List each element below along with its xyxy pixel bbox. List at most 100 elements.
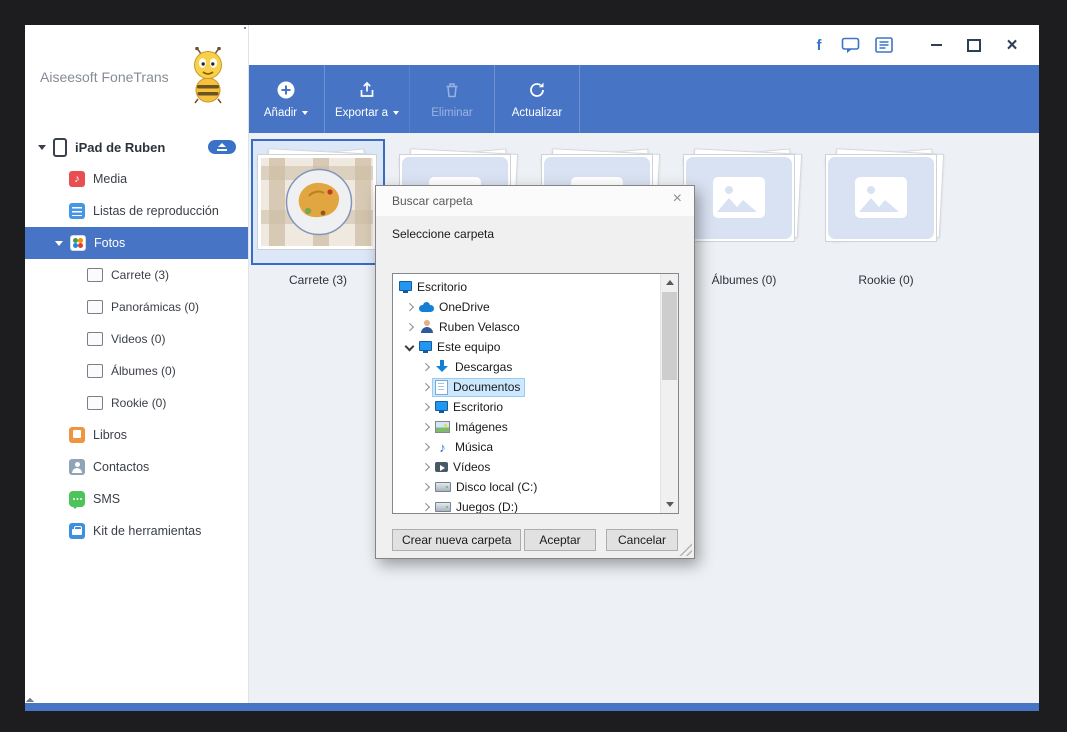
cancel-button[interactable]: Cancelar — [606, 529, 678, 551]
drive-icon — [435, 502, 451, 512]
sidebar-item-rookie[interactable]: Rookie (0) — [25, 387, 248, 419]
placeholder-thumbnail — [825, 154, 937, 242]
ipad-device-icon — [53, 137, 67, 157]
chevron-right-icon[interactable] — [419, 440, 433, 454]
tree-item-escritorio-root[interactable]: Escritorio — [393, 277, 661, 297]
sidebar-item-playlists[interactable]: Listas de reproducción — [25, 195, 248, 227]
maximize-icon — [967, 38, 981, 52]
sidebar-item-media[interactable]: ♪ Media — [25, 163, 248, 195]
chevron-right-icon[interactable] — [419, 500, 433, 513]
resize-grip[interactable] — [679, 543, 692, 556]
dialog-titlebar[interactable]: Buscar carpeta × — [376, 186, 694, 216]
tree-item-escritorio[interactable]: Escritorio — [393, 397, 661, 417]
onedrive-icon — [419, 301, 434, 313]
close-button[interactable]: × — [1001, 34, 1023, 56]
browse-folder-dialog: Buscar carpeta × Seleccione carpeta Escr… — [375, 185, 695, 559]
sidebar-item-panoramicas[interactable]: Panorámicas (0) — [25, 291, 248, 323]
close-icon: × — [1006, 34, 1018, 56]
tree-item-documentos[interactable]: Documentos — [393, 377, 661, 397]
album-icon — [87, 364, 103, 378]
accept-button[interactable]: Aceptar — [524, 529, 596, 551]
sidebar-device-row[interactable]: iPad de Ruben — [25, 131, 248, 163]
logo-row: Aiseesoft FoneTrans — [25, 25, 248, 131]
sidebar-item-videos[interactable]: Videos (0) — [25, 323, 248, 355]
tree-item-user[interactable]: Ruben Velasco — [393, 317, 661, 337]
scroll-down-arrow-icon[interactable] — [661, 496, 678, 513]
device-name: iPad de Ruben — [75, 139, 166, 155]
playlist-icon — [69, 203, 85, 219]
sidebar-item-carrete[interactable]: Carrete (3) — [25, 259, 248, 291]
sidebar-item-sms[interactable]: SMS — [25, 483, 248, 515]
album-icon — [87, 396, 103, 410]
chevron-down-icon — [302, 110, 309, 115]
sms-icon — [69, 491, 85, 509]
sidebar-item-albumes[interactable]: Álbumes (0) — [25, 355, 248, 387]
chevron-right-icon[interactable] — [419, 480, 433, 494]
album-name: Álbumes (0) — [711, 273, 777, 287]
export-button[interactable]: Exportar a — [324, 65, 409, 133]
facebook-icon[interactable]: f — [812, 37, 826, 54]
chevron-right-icon[interactable] — [419, 360, 433, 374]
scroll-up-arrow-icon[interactable] — [661, 274, 678, 291]
scrollbar-thumb[interactable] — [662, 292, 677, 380]
photos-icon — [70, 235, 86, 251]
album-thumb — [251, 139, 385, 265]
chevron-right-icon[interactable] — [419, 420, 433, 434]
chevron-down-icon[interactable] — [403, 340, 417, 354]
album-card-albumes[interactable]: Álbumes (0) — [677, 139, 811, 288]
chevron-right-icon[interactable] — [419, 460, 433, 474]
toolkit-icon — [69, 523, 85, 539]
maximize-button[interactable] — [963, 34, 985, 56]
chevron-down-icon — [55, 240, 63, 246]
tree-item-imagenes[interactable]: Imágenes — [393, 417, 661, 437]
album-name: Carrete (3) — [288, 273, 347, 287]
social-icons: f — [812, 37, 893, 54]
drive-icon — [435, 482, 451, 492]
computer-icon — [419, 340, 432, 354]
mascot-bee-icon — [185, 46, 231, 110]
tree-scrollbar[interactable] — [660, 274, 678, 513]
tree-item-musica[interactable]: ♪ Música — [393, 437, 661, 457]
sidebar-item-fotos[interactable]: Fotos — [25, 227, 248, 259]
dialog-subtitle: Seleccione carpeta — [392, 227, 495, 241]
delete-button: Eliminar — [409, 65, 494, 133]
eject-button[interactable] — [208, 140, 236, 154]
tree-item-este-equipo[interactable]: Este equipo — [393, 337, 661, 357]
chevron-right-icon[interactable] — [419, 380, 433, 394]
dialog-close-button[interactable]: × — [673, 191, 682, 207]
sidebar-item-toolkit[interactable]: Kit de herramientas — [25, 515, 248, 547]
music-icon: ♪ — [439, 439, 446, 455]
camera-roll-icon — [87, 268, 103, 282]
titlebar: f × — [248, 25, 1039, 65]
tree-item-onedrive[interactable]: OneDrive — [393, 297, 661, 317]
add-icon — [277, 81, 295, 98]
feedback-icon[interactable] — [841, 37, 860, 54]
menu-icon[interactable] — [875, 37, 893, 53]
tree-item-disco-local[interactable]: Disco local (C:) — [393, 477, 661, 497]
add-button[interactable]: Añadir — [248, 65, 324, 133]
food-photo-thumbnail — [257, 154, 377, 250]
sidebar-item-libros[interactable]: Libros — [25, 419, 248, 451]
documents-icon — [435, 379, 448, 395]
export-icon — [360, 81, 374, 97]
chevron-right-icon[interactable] — [419, 400, 433, 414]
minimize-button[interactable] — [925, 34, 947, 56]
album-card-rookie[interactable]: Rookie (0) — [819, 139, 953, 288]
chevron-right-icon[interactable] — [403, 320, 417, 334]
contacts-icon — [69, 459, 85, 475]
chevron-right-icon[interactable] — [403, 300, 417, 314]
panorama-icon — [87, 300, 103, 314]
album-name: Rookie (0) — [858, 273, 914, 287]
refresh-button[interactable]: Actualizar — [494, 65, 580, 133]
new-folder-button[interactable]: Crear nueva carpeta — [392, 529, 522, 551]
tree-item-descargas[interactable]: Descargas — [393, 357, 661, 377]
refresh-icon — [530, 82, 544, 97]
tree-item-juegos[interactable]: Juegos (D:) — [393, 497, 661, 513]
album-card-carrete[interactable]: Carrete (3) — [251, 139, 385, 288]
tree-item-videos[interactable]: Vídeos — [393, 457, 661, 477]
minimize-icon — [930, 44, 942, 46]
videos-icon — [435, 462, 448, 472]
bottom-accent-bar — [25, 703, 1039, 711]
books-icon — [69, 427, 85, 443]
sidebar-item-contactos[interactable]: Contactos — [25, 451, 248, 483]
